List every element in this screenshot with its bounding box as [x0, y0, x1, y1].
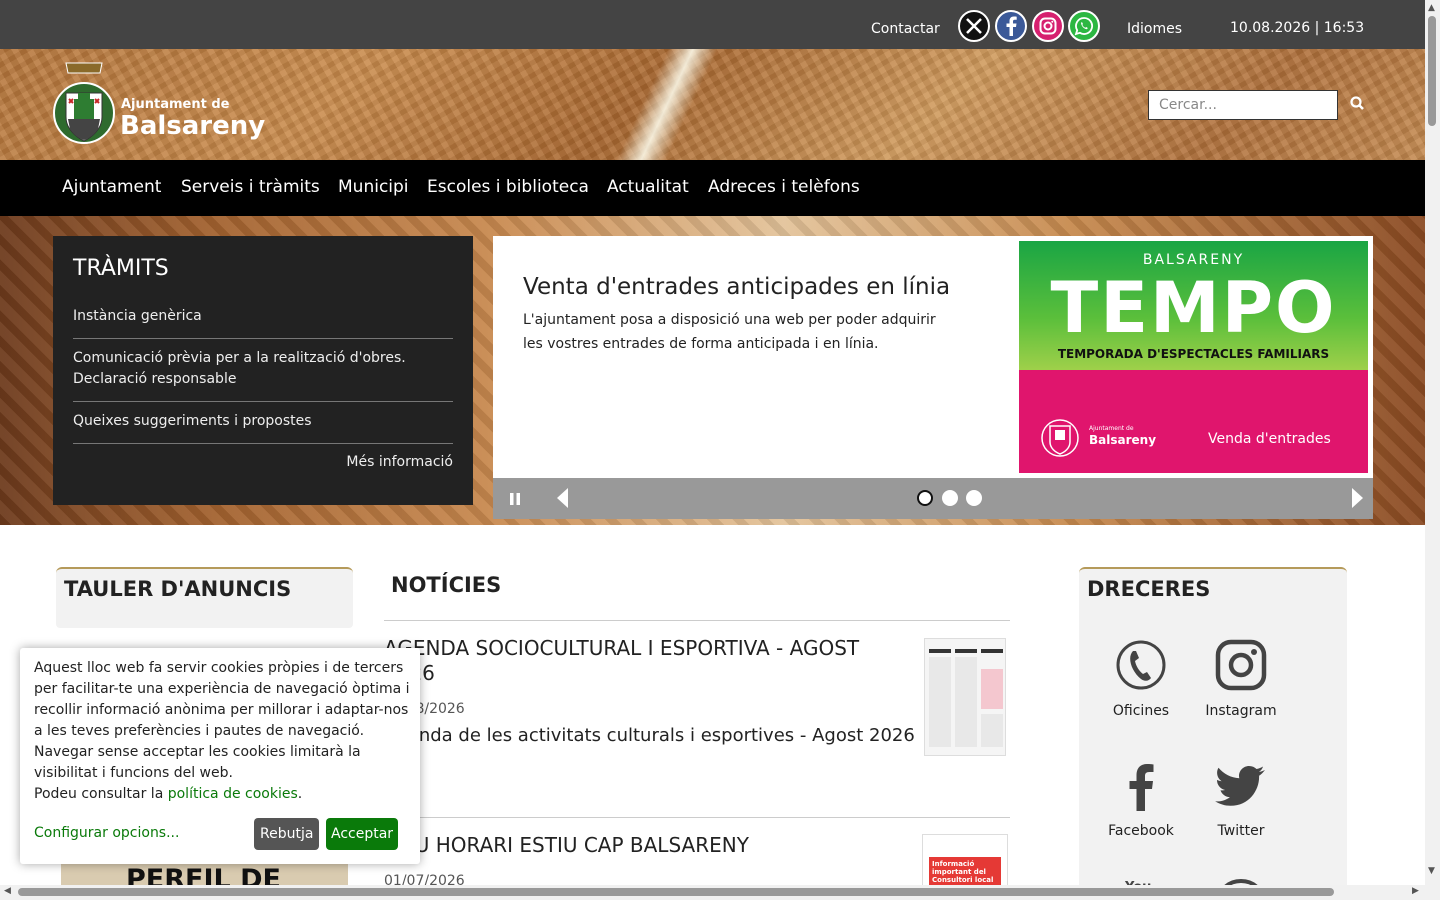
carousel-dot[interactable]	[917, 490, 933, 506]
shortcut-label: Facebook	[1108, 823, 1174, 839]
scroll-right-arrow-icon[interactable]: ▶	[1412, 886, 1419, 896]
divider	[384, 817, 1010, 818]
top-bar: Contactar Idiomes 10.08.2026 | 16:53	[0, 0, 1425, 49]
nav-item-adreces-telefons[interactable]: Adreces i telèfons	[708, 177, 860, 197]
facebook-icon[interactable]	[995, 10, 1027, 42]
cookie-policy-prefix: Podeu consultar la	[34, 786, 164, 802]
tempo-promo-image[interactable]: BALSARENY TEMPO TEMPORADA D'ESPECTACLES …	[1019, 241, 1368, 473]
tramits-panel: TRÀMITS Instància genèrica Comunicació p…	[53, 236, 473, 505]
nav-item-municipi[interactable]: Municipi	[338, 177, 409, 197]
tauler-title: TAULER D'ANUNCIS	[64, 577, 292, 601]
shortcut-instagram[interactable]: Instagram	[1196, 639, 1286, 719]
date-time: 10.08.2026 | 16:53	[1230, 20, 1365, 36]
promo-season: TEMPORADA D'ESPECTACLES FAMILIARS	[1057, 347, 1330, 361]
shortcut-label: Oficines	[1112, 703, 1170, 719]
tramit-link[interactable]: Queixes suggeriments i propostes	[73, 411, 453, 432]
news-thumbnail[interactable]	[924, 638, 1006, 756]
header-banner: Ajuntament de Balsareny	[0, 49, 1425, 160]
news-section-title: NOTÍCIES	[391, 573, 502, 597]
twitter-bird-icon	[1215, 766, 1265, 806]
site-logo[interactable]: Ajuntament de Balsareny	[52, 55, 272, 155]
promo-city: BALSARENY	[1142, 252, 1245, 268]
previous-arrow-icon[interactable]	[557, 488, 569, 508]
scrollbar-thumb[interactable]	[18, 888, 1334, 896]
shortcut-twitter[interactable]: Twitter	[1196, 759, 1286, 839]
facebook-icon	[1129, 764, 1154, 811]
shortcut-label: Instagram	[1205, 703, 1277, 719]
news-headline[interactable]: AGENDA SOCIOCULTURAL I ESPORTIVA - AGOST…	[384, 636, 884, 686]
divider	[73, 401, 453, 402]
configure-options-link[interactable]: Configurar opcions...	[34, 825, 179, 841]
dreceres-title: DRECERES	[1087, 577, 1211, 601]
shortcut-oficines[interactable]: Oficines	[1096, 639, 1186, 719]
tauler-anuncis-box: TAULER D'ANUNCIS	[56, 567, 353, 628]
phone-icon	[1116, 640, 1166, 690]
languages-menu[interactable]: Idiomes	[1127, 21, 1182, 37]
promo-brand: TEMPO	[1050, 267, 1337, 349]
dreceres-box: DRECERES Oficines Instagram Facebook Twi…	[1079, 567, 1347, 900]
shortcut-facebook[interactable]: Facebook	[1096, 759, 1186, 839]
pause-icon[interactable]	[509, 492, 521, 506]
nav-item-actualitat[interactable]: Actualitat	[607, 177, 689, 197]
carousel-dot[interactable]	[942, 490, 958, 506]
horizontal-scrollbar[interactable]: ◀ ▶	[0, 885, 1425, 900]
accept-cookies-button[interactable]: Acceptar	[326, 818, 399, 850]
more-info-link[interactable]: Més informació	[346, 454, 453, 470]
slide-text: L'ajuntament posa a disposició una web p…	[523, 312, 936, 352]
news-headline[interactable]: NOU HORARI ESTIU CAP BALSARENY	[384, 833, 884, 858]
cookie-message: Aquest lloc web fa servir cookies pròpie…	[34, 660, 410, 781]
shortcut-label: Twitter	[1217, 823, 1265, 839]
thumbnail-caption: Informació important del Consultori loca…	[929, 857, 1001, 885]
tramit-link[interactable]: Instància genèrica	[73, 306, 453, 327]
news-thumbnail[interactable]: Informació important del Consultori loca…	[922, 834, 1008, 886]
news-description: Agenda de les activitats culturals i esp…	[384, 725, 915, 746]
cookie-policy-suffix: .	[297, 786, 303, 802]
divider	[384, 620, 1010, 621]
promo-org-subtitle: Ajuntament de	[1089, 425, 1134, 432]
vertical-scrollbar[interactable]: ▲ ▼	[1425, 0, 1440, 900]
cookie-consent-banner: Aquest lloc web fa servir cookies pròpie…	[20, 648, 420, 864]
scroll-left-arrow-icon[interactable]: ◀	[4, 886, 11, 896]
nav-item-ajuntament[interactable]: Ajuntament	[62, 177, 161, 197]
divider	[73, 443, 453, 444]
cookie-text-block: Aquest lloc web fa servir cookies pròpie…	[34, 658, 414, 805]
nav-item-escoles-biblioteca[interactable]: Escoles i biblioteca	[427, 177, 589, 197]
instagram-icon[interactable]	[1032, 10, 1064, 42]
reject-cookies-button[interactable]: Rebutja	[254, 818, 320, 850]
slide-title: Venta d'entrades anticipades en línia	[523, 274, 951, 300]
carousel-slide[interactable]: Venta d'entrades anticipades en línia L'…	[493, 236, 1373, 478]
logo-subtitle: Ajuntament de	[121, 97, 230, 112]
search-icon[interactable]	[1348, 94, 1368, 114]
whatsapp-icon[interactable]	[1068, 10, 1100, 42]
tramits-title: TRÀMITS	[73, 256, 169, 281]
cookie-policy-link[interactable]: política de cookies	[168, 786, 298, 802]
nav-item-serveis-tramits[interactable]: Serveis i tràmits	[181, 177, 320, 197]
promo-sale-text: Venda d'entrades	[1208, 431, 1331, 447]
tramit-link[interactable]: Comunicació prèvia per a la realització …	[73, 348, 453, 390]
search-input[interactable]	[1148, 90, 1338, 120]
divider	[73, 338, 453, 339]
x-twitter-icon[interactable]	[958, 10, 990, 42]
main-navigation: Ajuntament Serveis i tràmits Municipi Es…	[0, 160, 1425, 216]
contact-link[interactable]: Contactar	[871, 21, 940, 37]
carousel-dot[interactable]	[966, 490, 982, 506]
promo-org-title: Balsareny	[1089, 433, 1157, 447]
scroll-down-arrow-icon[interactable]: ▼	[1428, 866, 1435, 876]
coat-of-arms-icon	[1041, 419, 1079, 457]
scrollbar-thumb[interactable]	[1428, 16, 1436, 126]
next-arrow-icon[interactable]	[1351, 488, 1363, 508]
coat-of-arms-icon	[53, 62, 115, 144]
logo-title: Balsareny	[120, 111, 266, 141]
instagram-icon	[1215, 639, 1267, 691]
carousel-controls	[493, 478, 1373, 519]
scroll-up-arrow-icon[interactable]: ▲	[1428, 3, 1435, 13]
